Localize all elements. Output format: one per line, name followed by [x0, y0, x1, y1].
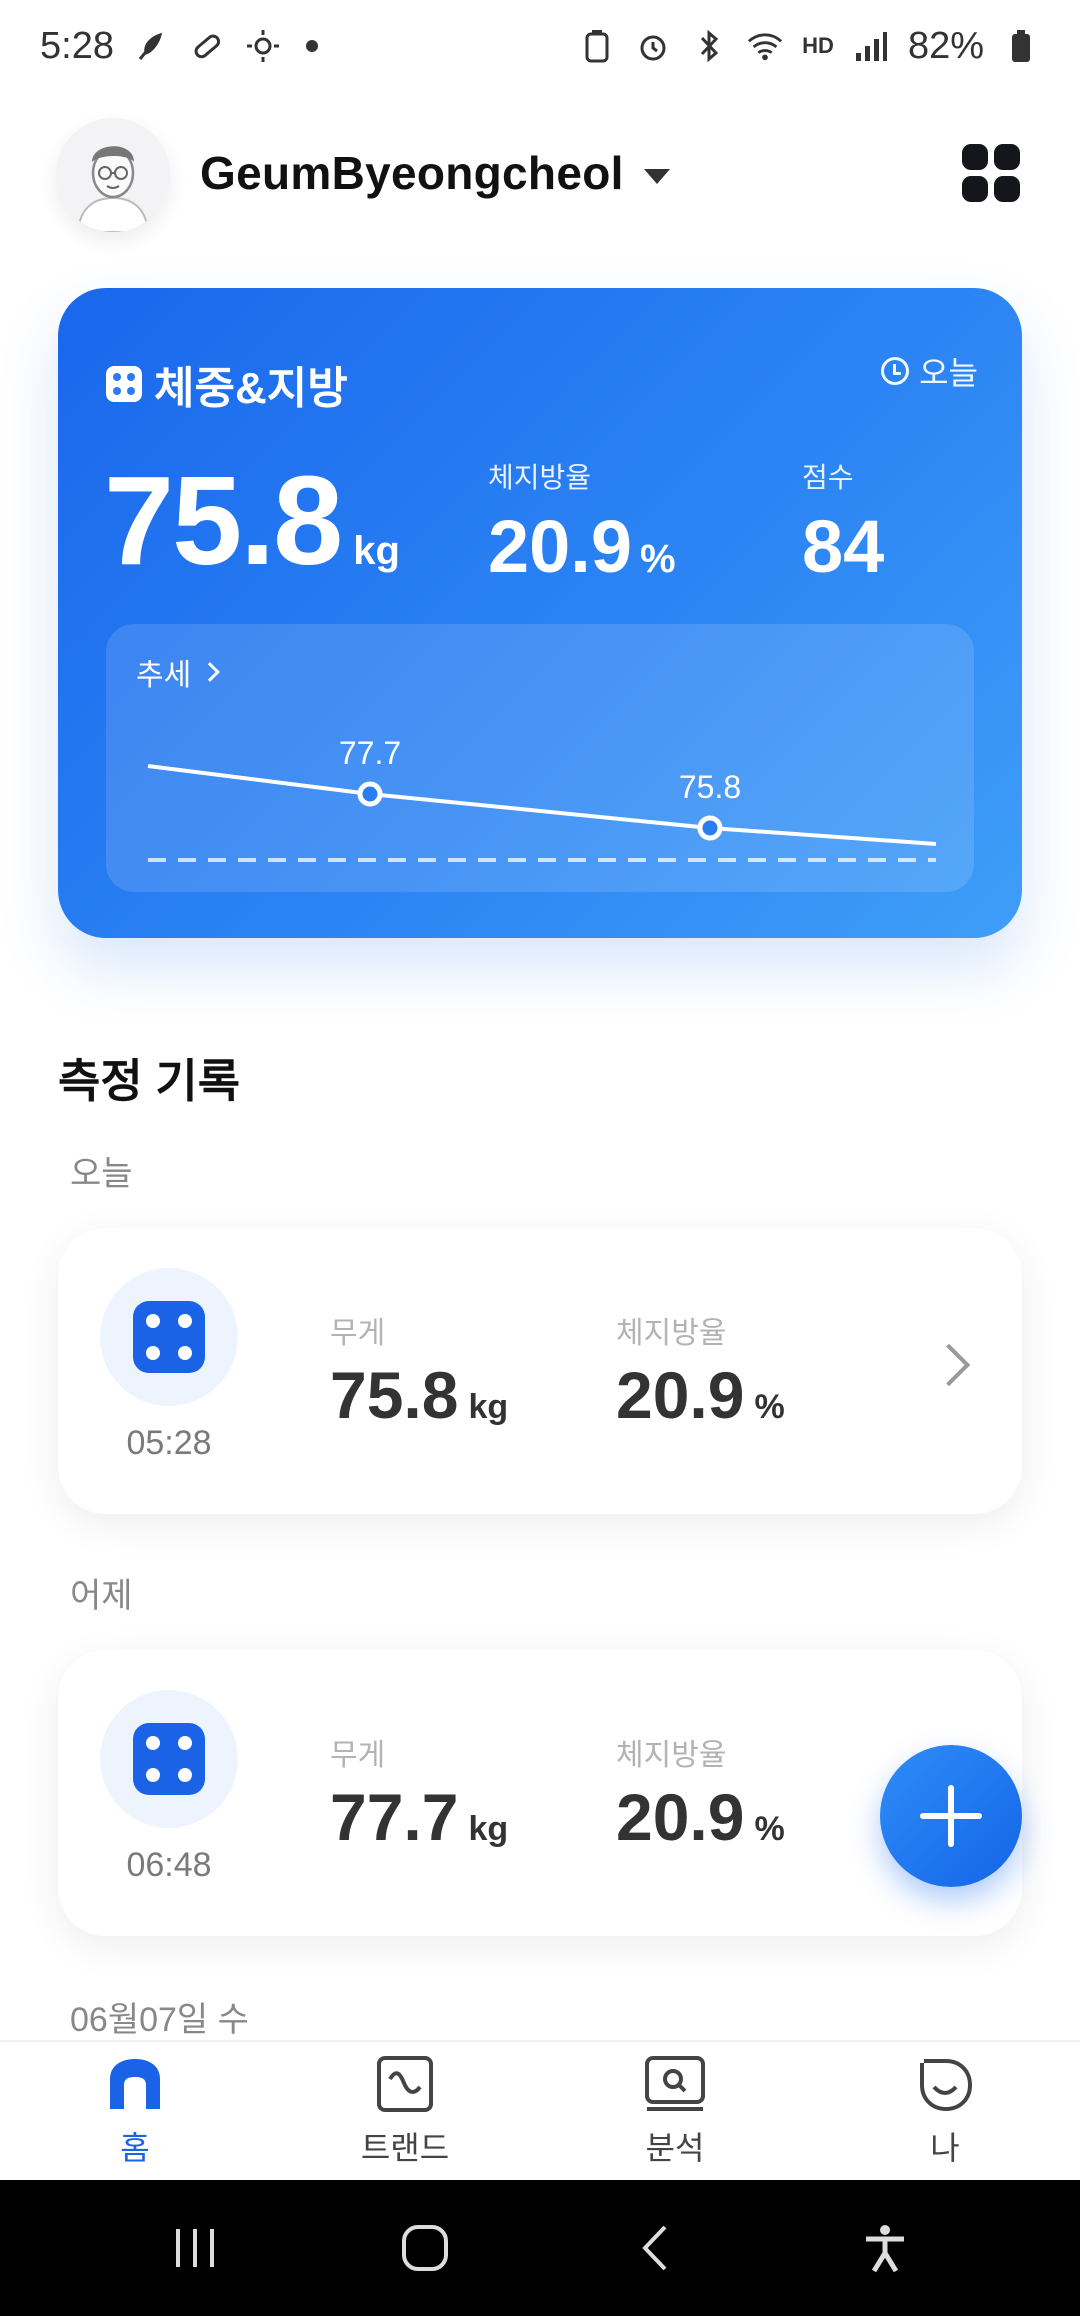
trend-line — [147, 764, 937, 846]
home-button[interactable] — [385, 2208, 465, 2288]
bottom-nav: 홈 트랜드 분석 나 — [0, 2040, 1080, 2180]
record-weight-value: 75.8 — [330, 1358, 459, 1432]
system-nav-bar — [0, 2180, 1080, 2316]
scale-icon-wrap — [100, 1690, 238, 1828]
nav-label: 분석 — [645, 2130, 705, 2166]
hd-voice-icon: HD — [802, 33, 834, 58]
grid-cell — [994, 176, 1020, 202]
record-body-fat: 체지방율 20.9 % — [616, 1308, 785, 1428]
grid-cell — [994, 144, 1020, 170]
body-fat-stat: 체지방율 20.9 % — [488, 456, 676, 584]
scale-logo-icon — [106, 366, 142, 402]
record-time: 06:48 — [126, 1846, 212, 1884]
avatar[interactable] — [56, 118, 170, 232]
alarm-icon — [634, 27, 672, 65]
record-weight: 무게 75.8 kg — [330, 1308, 508, 1428]
section-title: 측정 기록 — [58, 1055, 241, 1107]
header: GeumByeongcheol — [0, 110, 1080, 240]
group-label-date: 06월07일 수 — [70, 2001, 249, 2039]
trend-point — [697, 815, 723, 841]
grid-cell — [962, 176, 988, 202]
nav-item-trend[interactable]: 트랜드 — [270, 2042, 540, 2180]
user-switcher[interactable]: GeumByeongcheol — [200, 146, 670, 200]
record-fat-unit: % — [754, 1388, 785, 1426]
date-tag: 오늘 — [881, 348, 978, 394]
accessibility-icon[interactable] — [845, 2208, 925, 2288]
trend-point — [357, 781, 383, 807]
nav-label: 나 — [930, 2130, 960, 2166]
nav-item-me[interactable]: 나 — [810, 2042, 1080, 2180]
body-fat-unit: % — [640, 537, 676, 581]
battery-saver-icon — [578, 27, 616, 65]
card-title-text: 체중&지방 — [154, 364, 348, 413]
apps-grid-button[interactable] — [962, 144, 1020, 202]
username: GeumByeongcheol — [200, 147, 624, 199]
record-weight-label: 무게 — [330, 1739, 386, 1772]
group-label-today: 오늘 — [70, 1155, 133, 1193]
record-body-fat: 체지방율 20.9 % — [616, 1730, 785, 1850]
grid-cell — [962, 144, 988, 170]
record-fat-value: 20.9 — [616, 1780, 745, 1854]
recent-apps-button[interactable] — [155, 2208, 235, 2288]
score-value: 84 — [802, 505, 885, 588]
weight-fat-summary-card[interactable]: 체중&지방 오늘 75.8 kg 체지방율 20.9 % 점수 84 추세 77… — [58, 288, 1022, 938]
trend-panel[interactable]: 추세 77.7 75.8 — [106, 624, 974, 892]
analysis-icon — [644, 2053, 706, 2115]
group-label-yesterday: 어제 — [70, 1577, 133, 1615]
card-title: 체중&지방 — [106, 352, 348, 416]
home-icon — [104, 2053, 166, 2115]
pill-icon — [188, 27, 226, 65]
clock-icon — [881, 357, 910, 385]
scale-icon — [133, 1723, 205, 1795]
record-weight-value: 77.7 — [330, 1780, 459, 1854]
record-fat-label: 체지방율 — [616, 1317, 727, 1350]
record-weight: 무게 77.7 kg — [330, 1730, 508, 1850]
notification-dot-icon — [305, 40, 318, 52]
add-record-button[interactable] — [880, 1745, 1022, 1887]
trend-chart: 77.7 75.8 — [147, 735, 937, 862]
record-weight-label: 무게 — [330, 1317, 386, 1350]
record-weight-unit: kg — [468, 1810, 509, 1848]
nav-label: 트랜드 — [360, 2130, 450, 2166]
dropdown-caret-icon — [643, 168, 670, 184]
scale-icon-wrap — [100, 1268, 238, 1406]
record-time: 05:28 — [126, 1424, 212, 1462]
record-card[interactable]: 05:28 무게 75.8 kg 체지방율 20.9 % — [58, 1228, 1022, 1514]
body-fat-value: 20.9 — [488, 505, 633, 588]
trend-icon — [374, 2053, 436, 2115]
record-weight-unit: kg — [468, 1388, 509, 1426]
weight-value: 75.8 — [104, 450, 343, 591]
record-card[interactable]: 06:48 무게 77.7 kg 체지방율 20.9 % — [58, 1650, 1022, 1936]
date-tag-text: 오늘 — [919, 355, 978, 391]
battery-icon — [1002, 27, 1040, 65]
trend-point-label: 77.7 — [339, 735, 401, 771]
status-time: 5:28 — [40, 24, 114, 67]
feather-icon — [132, 27, 170, 65]
scale-icon — [133, 1301, 205, 1373]
battery-percent: 82% — [907, 24, 984, 67]
score-stat: 점수 84 — [802, 456, 884, 584]
brightness-icon — [244, 27, 282, 65]
status-bar: 5:28 HD 82% — [0, 0, 1080, 92]
bluetooth-icon — [690, 27, 728, 65]
nav-item-analysis[interactable]: 분석 — [540, 2042, 810, 2180]
back-button[interactable] — [615, 2208, 695, 2288]
trend-point-label: 75.8 — [679, 769, 741, 805]
current-weight: 75.8 kg — [104, 458, 400, 584]
signal-icon — [852, 27, 890, 65]
wifi-icon — [746, 27, 784, 65]
record-fat-unit: % — [754, 1810, 785, 1848]
nav-label: 홈 — [120, 2130, 150, 2166]
body-fat-label: 체지방율 — [488, 462, 592, 493]
score-label: 점수 — [802, 462, 854, 493]
chevron-right-icon[interactable] — [927, 1343, 971, 1387]
smile-icon — [914, 2053, 976, 2115]
record-fat-label: 체지방율 — [616, 1739, 727, 1772]
record-fat-value: 20.9 — [616, 1358, 745, 1432]
weight-unit: kg — [353, 529, 400, 573]
nav-item-home[interactable]: 홈 — [0, 2042, 270, 2180]
